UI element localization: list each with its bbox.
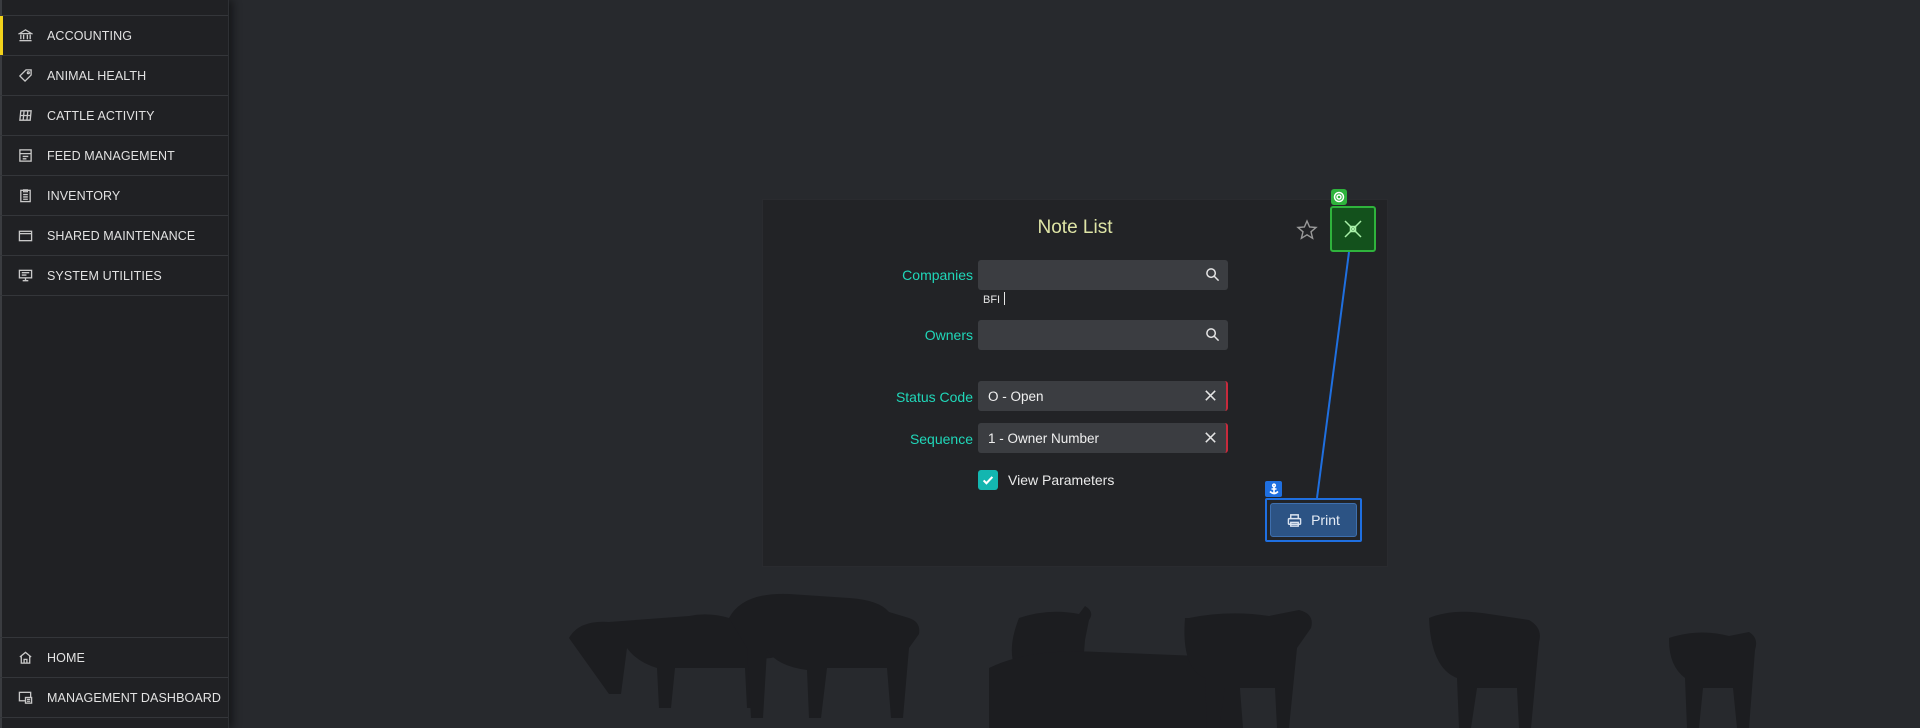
- sidebar-item-label: HOME: [47, 650, 85, 665]
- sidebar-item-inventory[interactable]: INVENTORY: [0, 176, 228, 216]
- sidebar-item-label: CATTLE ACTIVITY: [47, 108, 155, 123]
- sidebar-item-label: SYSTEM UTILITIES: [47, 268, 162, 283]
- companies-input[interactable]: [988, 267, 1198, 283]
- monitor-icon: [18, 268, 33, 283]
- companies-typed-text: BFI: [983, 292, 1005, 306]
- sequence-label: Sequence: [909, 431, 973, 447]
- companies-lookup-field[interactable]: [978, 260, 1228, 290]
- search-icon[interactable]: [1205, 327, 1220, 342]
- status-code-select[interactable]: O - Open: [978, 381, 1228, 411]
- clear-icon[interactable]: [1203, 430, 1218, 445]
- sequence-value: 1 - Owner Number: [988, 430, 1100, 446]
- owners-label: Owners: [924, 327, 973, 343]
- home-icon: [18, 650, 33, 665]
- sidebar-item-home[interactable]: HOME: [0, 638, 228, 678]
- printer-icon: [1287, 513, 1302, 527]
- sidebar-item-label: INVENTORY: [47, 188, 121, 203]
- sidebar-top-menu: ACCOUNTING ANIMAL HEALTH CATTLE ACTIVITY…: [0, 15, 228, 296]
- sidebar-item-system-utilities[interactable]: SYSTEM UTILITIES: [0, 256, 228, 296]
- companies-label: Companies: [902, 267, 973, 283]
- status-code-label: Status Code: [895, 389, 973, 405]
- grid-table-icon: [18, 108, 33, 123]
- sidebar-item-label: ANIMAL HEALTH: [47, 68, 147, 83]
- dialog-title: Note List: [1037, 217, 1113, 238]
- print-button[interactable]: Print: [1270, 503, 1357, 537]
- cattle-silhouette-background: [229, 578, 1920, 728]
- folder-icon: [18, 228, 33, 243]
- crosshair-icon: [1344, 220, 1362, 238]
- sidebar-item-label: SHARED MAINTENANCE: [47, 228, 196, 243]
- search-icon[interactable]: [1205, 267, 1220, 282]
- owners-lookup-field[interactable]: [978, 320, 1228, 350]
- favorite-star-icon[interactable]: [1295, 218, 1319, 242]
- sidebar-item-label: ACCOUNTING: [47, 28, 133, 43]
- target-marker-icon: [1331, 189, 1347, 205]
- print-button-label: Print: [1311, 512, 1340, 528]
- anchor-icon: [1265, 481, 1282, 497]
- sidebar-item-management-dashboard[interactable]: MANAGEMENT DASHBOARD: [0, 678, 228, 718]
- sidebar-item-cattle-activity[interactable]: CATTLE ACTIVITY: [0, 96, 228, 136]
- sidebar-item-animal-health[interactable]: ANIMAL HEALTH: [0, 56, 228, 96]
- tag-icon: [18, 68, 33, 83]
- status-code-value: O - Open: [988, 388, 1044, 404]
- print-button-highlight: Print: [1265, 498, 1362, 542]
- sidebar-item-label: MANAGEMENT DASHBOARD: [47, 690, 222, 705]
- view-parameters-checkbox-row[interactable]: View Parameters: [978, 470, 1114, 490]
- clipboard-icon: [18, 188, 33, 203]
- sidebar-item-label: FEED MANAGEMENT: [47, 148, 175, 163]
- view-parameters-label: View Parameters: [1008, 472, 1115, 488]
- sequence-select[interactable]: 1 - Owner Number: [978, 423, 1228, 453]
- dashboard-icon: [18, 690, 33, 705]
- sidebar-item-shared-maintenance[interactable]: SHARED MAINTENANCE: [0, 216, 228, 256]
- clear-icon[interactable]: [1203, 388, 1218, 403]
- store-icon: [18, 148, 33, 163]
- sidebar-item-accounting[interactable]: ACCOUNTING: [0, 16, 228, 56]
- sidebar-item-feed-management[interactable]: FEED MANAGEMENT: [0, 136, 228, 176]
- view-parameters-checkbox[interactable]: [978, 470, 998, 490]
- bank-icon: [18, 28, 33, 43]
- sidebar: ACCOUNTING ANIMAL HEALTH CATTLE ACTIVITY…: [0, 0, 229, 728]
- owners-input[interactable]: [988, 327, 1198, 343]
- sidebar-bottom-menu: HOME MANAGEMENT DASHBOARD: [0, 637, 228, 718]
- crosshair-target-button[interactable]: [1330, 206, 1376, 252]
